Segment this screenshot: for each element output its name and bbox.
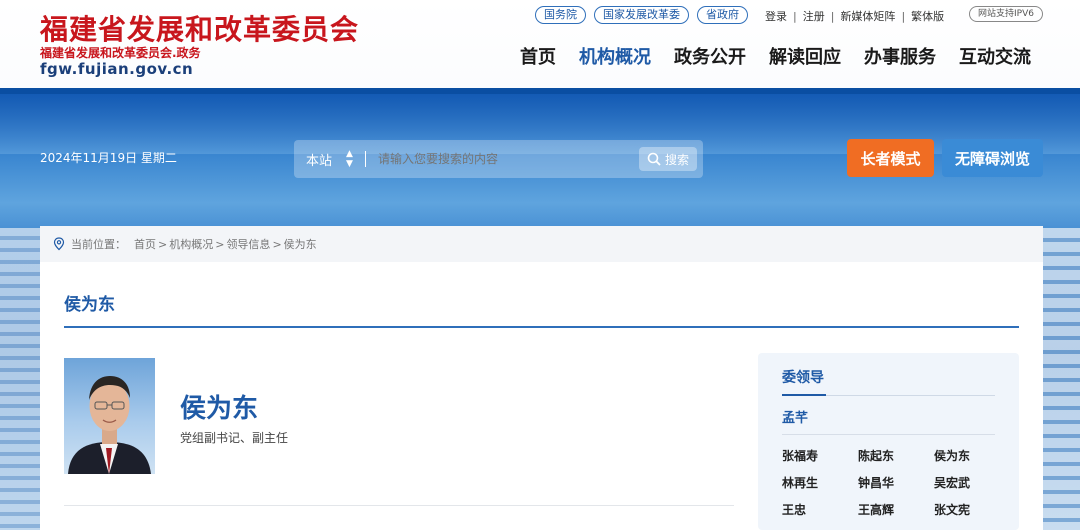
link-province-gov[interactable]: 省政府 (697, 6, 748, 24)
current-date: 2024年11月19日 星期二 (40, 151, 177, 165)
banner-city-right (1042, 228, 1080, 530)
breadcrumb-leaders[interactable]: 领导信息 (226, 236, 270, 252)
divider (364, 151, 366, 167)
leader-list-item[interactable]: 王忠 (782, 501, 858, 518)
leader-list: 张福寿 陈起东 侯为东 林再生 钟昌华 吴宏武 王忠 王高辉 张文宪 (782, 447, 995, 518)
content-divider (64, 505, 734, 506)
leader-list-item[interactable]: 张文宪 (934, 501, 1010, 518)
top-links: 国务院 国家发展改革委 省政府 (535, 6, 748, 24)
title-divider (64, 326, 1019, 328)
nav-gov-affairs[interactable]: 政务公开 (674, 43, 746, 69)
leader-list-item[interactable]: 张福寿 (782, 447, 858, 464)
page-title: 侯为东 (64, 295, 115, 315)
site-logo-subtitle: 福建省发展和改革委员会.政务 (40, 46, 201, 60)
nav-interaction[interactable]: 互动交流 (959, 43, 1031, 69)
breadcrumb-organization[interactable]: 机构概况 (169, 236, 213, 252)
location-pin-icon (53, 237, 65, 251)
leader-list-item[interactable]: 侯为东 (934, 447, 1010, 464)
site-header: 福建省发展和改革委员会 福建省发展和改革委员会.政务 fgw.fujian.go… (0, 0, 1080, 88)
breadcrumb-current: 侯为东 (283, 238, 317, 251)
search-icon (647, 152, 661, 166)
breadcrumb-label: 当前位置： (71, 238, 126, 251)
nav-services[interactable]: 办事服务 (864, 43, 936, 69)
sidebar-title-divider (782, 394, 995, 396)
main-nav: 首页 机构概况 政务公开 解读回应 办事服务 互动交流 (520, 43, 1031, 69)
register-link[interactable]: 注册 (803, 8, 825, 24)
content-panel: 当前位置： 首页 > 机构概况 > 领导信息 > 侯为东 侯为东 侯为东 党组副… (40, 226, 1043, 530)
leader-list-item[interactable]: 钟昌华 (858, 474, 934, 491)
breadcrumb: 当前位置： 首页 > 机构概况 > 领导信息 > 侯为东 (40, 226, 1043, 262)
breadcrumb-separator: > (158, 237, 168, 251)
portrait-illustration (68, 376, 151, 474)
link-state-council[interactable]: 国务院 (535, 6, 586, 24)
search-button[interactable]: 搜索 (638, 147, 697, 171)
search-bar: 本站 ▲▼ 搜索 (294, 140, 703, 178)
breadcrumb-separator: > (215, 237, 225, 251)
search-scope-label: 本站 (306, 153, 333, 169)
nav-interpretation[interactable]: 解读回应 (769, 43, 841, 69)
sidebar-lead-leader[interactable]: 孟芊 (782, 407, 808, 426)
leader-name: 侯为东 (180, 394, 259, 424)
ipv6-badge: 网站支持IPV6 (969, 6, 1043, 22)
site-logo-url: fgw.fujian.gov.cn (40, 60, 194, 78)
sidebar-divider (782, 434, 995, 435)
leader-list-item[interactable]: 王高辉 (858, 501, 934, 518)
new-media-link[interactable]: 新媒体矩阵 (840, 8, 895, 24)
elder-mode-button[interactable]: 长者模式 (847, 139, 934, 177)
site-logo-title[interactable]: 福建省发展和改革委员会 (40, 8, 359, 48)
banner-city-left (0, 228, 40, 530)
divider: | (901, 9, 906, 23)
leader-list-item[interactable]: 林再生 (782, 474, 858, 491)
sidebar-title: 委领导 (782, 370, 824, 386)
leadership-sidebar: 委领导 孟芊 张福寿 陈起东 侯为东 林再生 钟昌华 吴宏武 王忠 王高辉 张文… (758, 353, 1019, 530)
leader-photo (64, 358, 155, 474)
divider: | (793, 9, 797, 23)
utility-links: 登录 | 注册 | 新媒体矩阵 | 繁体版 (765, 8, 944, 24)
divider: | (830, 9, 835, 23)
search-scope-select[interactable]: 本站 ▲ ▼ (306, 149, 353, 169)
sort-arrows-icon: ▲ ▼ (346, 149, 353, 169)
breadcrumb-home[interactable]: 首页 (134, 236, 156, 252)
nav-organization[interactable]: 机构概况 (579, 43, 651, 69)
leader-list-item[interactable]: 吴宏武 (934, 474, 1010, 491)
breadcrumb-separator: > (272, 237, 282, 251)
leader-role: 党组副书记、副主任 (180, 431, 289, 445)
nav-home[interactable]: 首页 (520, 43, 556, 69)
search-button-label: 搜索 (664, 152, 689, 167)
login-link[interactable]: 登录 (765, 8, 787, 24)
link-ndrc[interactable]: 国家发展改革委 (594, 6, 689, 24)
leader-list-item[interactable]: 陈起东 (858, 447, 934, 464)
search-input[interactable] (377, 152, 639, 166)
traditional-chinese-link[interactable]: 繁体版 (911, 8, 944, 24)
accessibility-button[interactable]: 无障碍浏览 (942, 139, 1043, 177)
